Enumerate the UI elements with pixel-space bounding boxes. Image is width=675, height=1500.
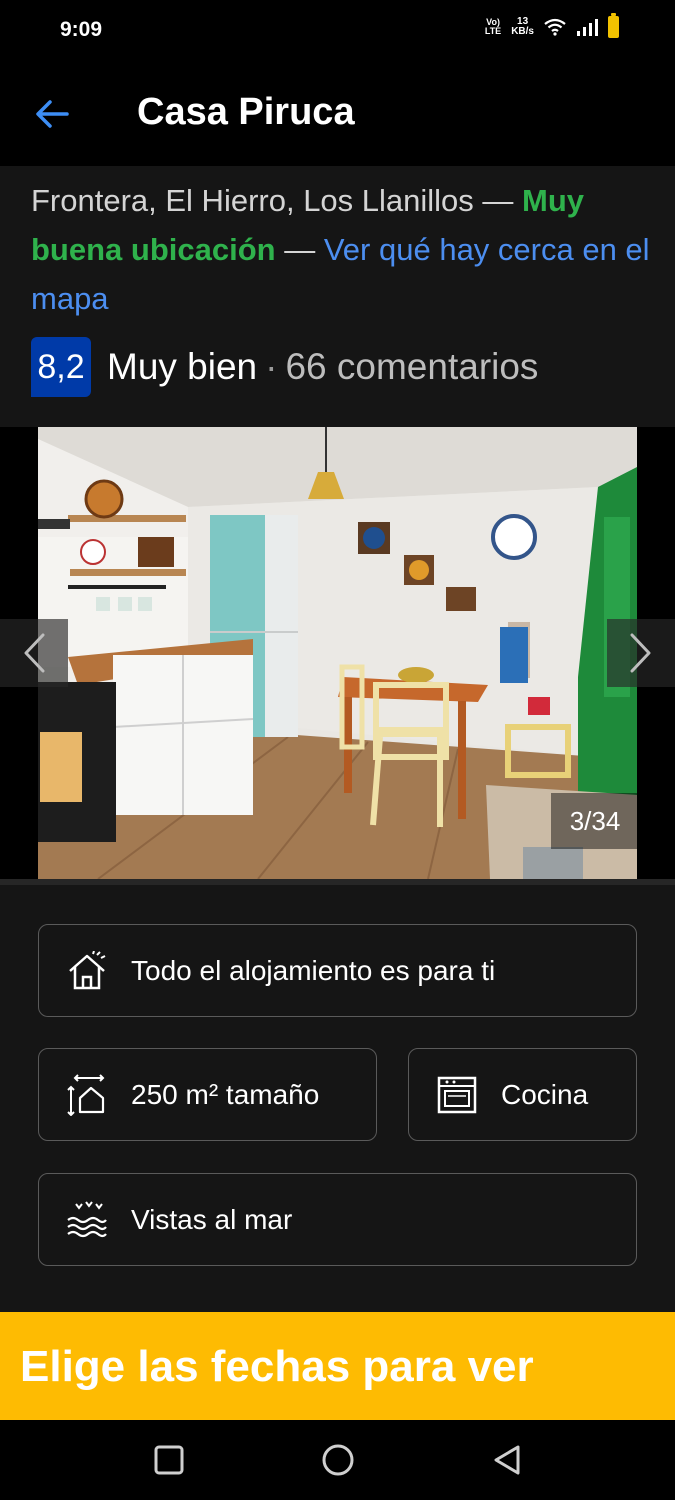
feature-label: Todo el alojamiento es para ti bbox=[131, 954, 496, 986]
feature-label: 250 m² tamaño bbox=[131, 1078, 320, 1110]
area-size-icon bbox=[65, 1073, 109, 1117]
gallery-photo[interactable] bbox=[38, 427, 637, 879]
status-bar: 9:09 Vo) LTE 13 KB/s bbox=[0, 0, 675, 62]
triangle-back-icon bbox=[494, 1445, 520, 1475]
back-nav-button[interactable] bbox=[487, 1440, 527, 1480]
feature-label: Vistas al mar bbox=[131, 1203, 293, 1235]
property-content: Frontera, El Hierro, Los Llanillos — Muy… bbox=[0, 166, 675, 1312]
feature-kitchen: Cocina bbox=[408, 1048, 637, 1141]
feature-entire-place: Todo el alojamiento es para ti bbox=[38, 924, 637, 1017]
section-divider bbox=[0, 879, 675, 885]
chevron-right-icon bbox=[630, 633, 651, 673]
feature-sea-view: Vistas al mar bbox=[38, 1173, 637, 1266]
chevron-left-icon bbox=[24, 633, 45, 673]
gallery-next-button[interactable] bbox=[607, 619, 675, 687]
sea-view-icon bbox=[65, 1198, 109, 1242]
home-button[interactable] bbox=[318, 1440, 358, 1480]
kitchen-photo bbox=[38, 427, 637, 879]
back-button[interactable] bbox=[30, 92, 74, 136]
system-nav-bar bbox=[0, 1420, 675, 1500]
feature-size: 250 m² tamaño bbox=[38, 1048, 377, 1141]
feature-label: Cocina bbox=[501, 1078, 589, 1110]
choose-dates-banner[interactable]: Elige las fechas para ver bbox=[0, 1312, 675, 1420]
wifi-icon bbox=[544, 18, 566, 36]
app-bar: Casa Piruca bbox=[0, 62, 675, 166]
location-text: Frontera, El Hierro, Los Llanillos — Muy… bbox=[31, 183, 650, 316]
page-title: Casa Piruca bbox=[137, 91, 355, 133]
status-time: 9:09 bbox=[60, 18, 103, 41]
square-icon bbox=[154, 1445, 184, 1475]
rating-label: Muy bien bbox=[107, 346, 258, 387]
photo-counter: 3/34 bbox=[551, 793, 639, 849]
rating-separator: · bbox=[265, 346, 278, 387]
circle-icon bbox=[322, 1444, 354, 1476]
choose-dates-text: Elige las fechas para ver bbox=[20, 1342, 534, 1391]
address: Frontera, El Hierro, Los Llanillos bbox=[31, 183, 474, 218]
photo-gallery[interactable]: 3/34 bbox=[0, 427, 675, 879]
house-icon bbox=[65, 949, 109, 993]
reviews-count[interactable]: 66 comentarios bbox=[285, 346, 538, 388]
gallery-prev-button[interactable] bbox=[0, 619, 68, 687]
network-speed: 13 KB/s bbox=[511, 16, 534, 37]
review-score-badge: 8,2 bbox=[31, 337, 91, 397]
battery-icon bbox=[608, 13, 619, 38]
volte-icon: Vo) LTE bbox=[484, 17, 502, 36]
back-arrow-icon bbox=[36, 100, 69, 128]
rating-row[interactable]: 8,2 Muy bien · 66 comentarios bbox=[31, 337, 538, 397]
recents-button[interactable] bbox=[149, 1440, 189, 1480]
signal-icon bbox=[577, 19, 598, 36]
oven-icon bbox=[435, 1073, 479, 1117]
status-icons: Vo) LTE 13 KB/s bbox=[484, 13, 619, 38]
